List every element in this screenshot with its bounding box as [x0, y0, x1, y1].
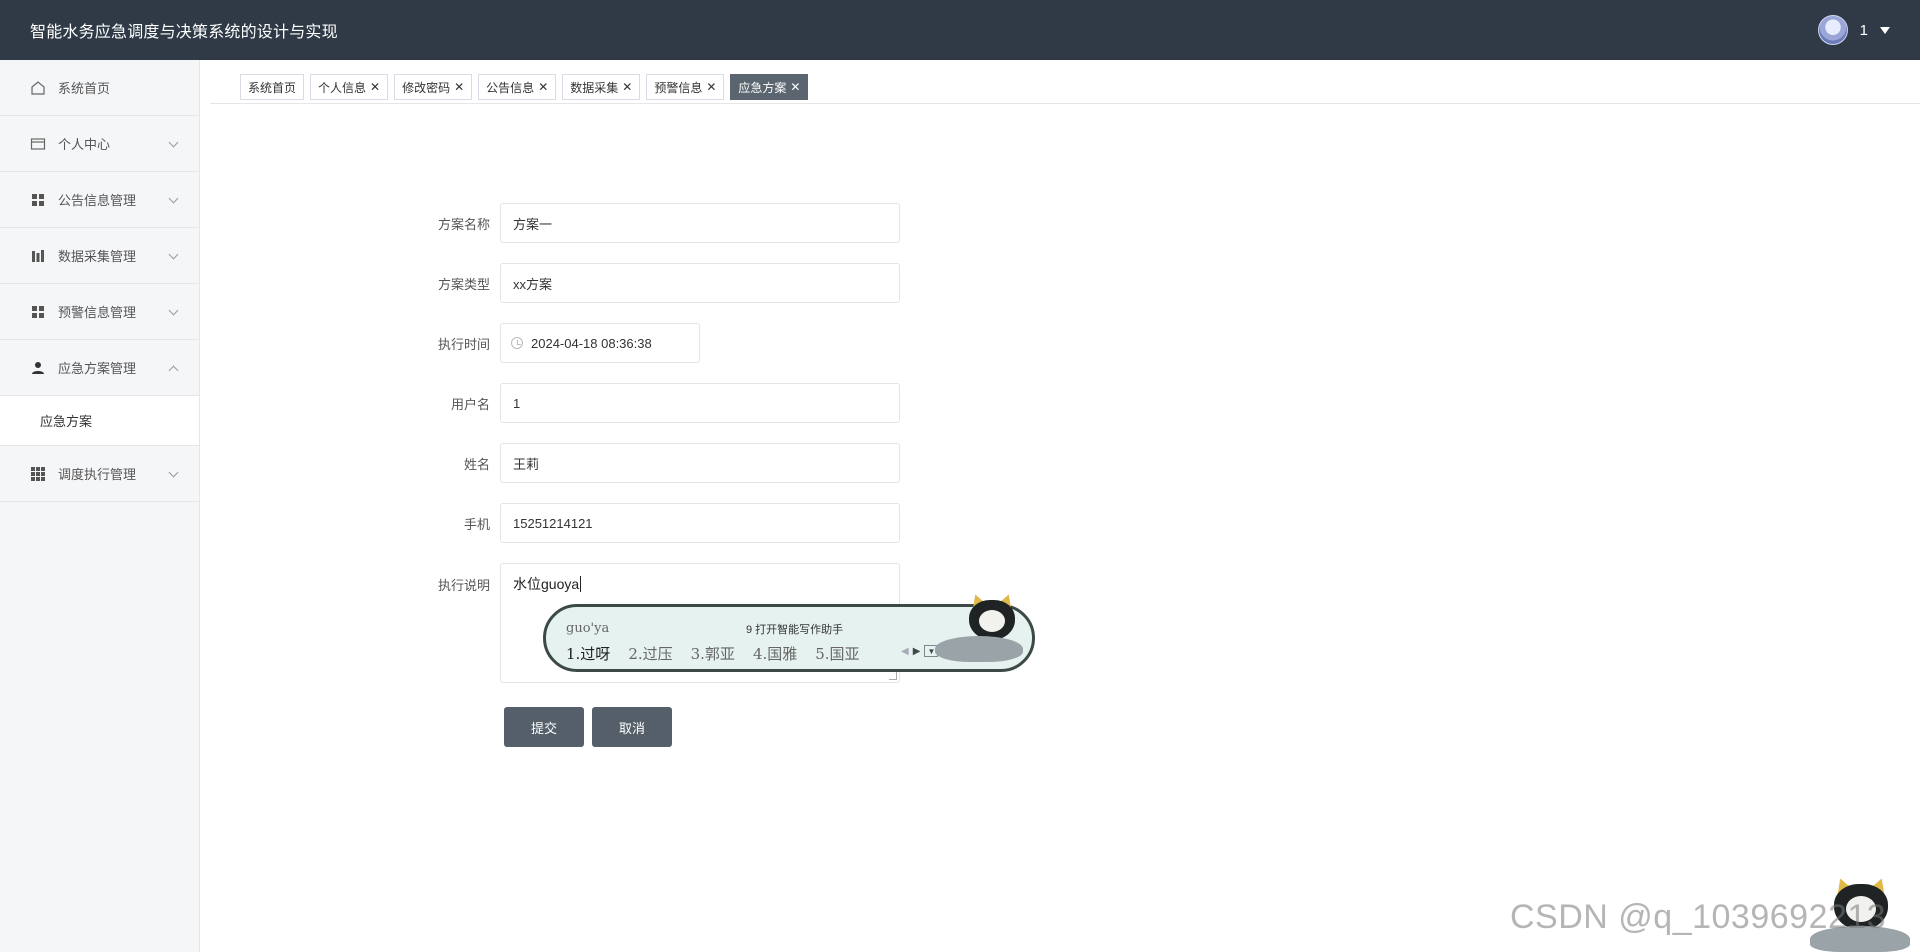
form-row-username: 用户名 1: [420, 383, 900, 423]
ime-pinyin: guo'ya: [566, 621, 610, 636]
tab-list: 系统首页 个人信息 ✕ 修改密码 ✕ 公告信息 ✕ 数据采集 ✕ 预警信息 ✕ 应急方案 ✕: [240, 74, 809, 100]
sidebar-item-emergency[interactable]: 应急方案管理: [0, 340, 199, 396]
avatar[interactable]: [1817, 15, 1848, 45]
username-field-label: 用户名: [450, 396, 490, 412]
username-label: 1: [1859, 21, 1868, 39]
sidebar-item-label: 预警信息管理: [58, 305, 137, 320]
sidebar-item-home[interactable]: 系统首页: [0, 60, 199, 116]
form-row-plan-type: 方案类型 xx方案: [420, 263, 900, 303]
tab-change-password[interactable]: 修改密码 ✕: [394, 74, 473, 100]
grid-icon: [30, 304, 46, 320]
close-icon[interactable]: ✕: [538, 80, 548, 94]
ime-candidate[interactable]: 4.国雅: [753, 643, 797, 664]
prev-page-icon[interactable]: ◀: [901, 646, 909, 657]
top-header: 智能水务应急调度与决策系统的设计与实现 1: [0, 0, 1920, 60]
ime-writing-assistant-hint[interactable]: 9 打开智能写作助手: [746, 621, 843, 637]
exec-time-picker[interactable]: 2024-04-18 08:36:38: [500, 323, 700, 363]
ime-mascot-icon: [935, 590, 1035, 670]
resize-handle[interactable]: [889, 672, 897, 680]
form-row-plan-name: 方案名称 方案一: [420, 203, 900, 243]
app-title: 智能水务应急调度与决策系统的设计与实现: [30, 24, 338, 41]
chevron-up-icon: [168, 365, 179, 376]
form-row-phone: 手机 15251214121: [420, 503, 900, 543]
name-label: 姓名: [463, 456, 490, 472]
plan-name-label: 方案名称: [437, 216, 490, 232]
name-input[interactable]: 王莉: [500, 443, 900, 483]
sidebar-item-label: 数据采集管理: [58, 249, 137, 264]
sidebar-subitem-emergency-plan[interactable]: 应急方案: [0, 396, 199, 446]
ime-candidate[interactable]: 1.过呀: [566, 643, 610, 664]
clock-icon: [511, 337, 523, 349]
phone-label: 手机: [463, 516, 490, 532]
tabs-bar: 系统首页 个人信息 ✕ 修改密码 ✕ 公告信息 ✕ 数据采集 ✕ 预警信息 ✕ 应急方案 ✕: [210, 60, 1920, 104]
close-icon[interactable]: ✕: [790, 80, 800, 94]
sidebar-item-data[interactable]: 数据采集管理: [0, 228, 199, 284]
sidebar-subitem-label: 应急方案: [40, 414, 93, 429]
sidebar-item-dispatch[interactable]: 调度执行管理: [0, 446, 199, 502]
chevron-down-icon: [168, 137, 179, 148]
apps-icon: [30, 466, 46, 482]
sidebar-item-personal[interactable]: 个人中心: [0, 116, 199, 172]
tab-home[interactable]: 系统首页: [240, 74, 305, 100]
sidebar: 系统首页 个人中心 公告信息管理 数据采集管理 预警信息管理 应急方案管理 应急…: [0, 60, 200, 952]
sidebar-item-label: 系统首页: [58, 81, 111, 96]
tab-notice-info[interactable]: 公告信息 ✕: [478, 74, 557, 100]
chevron-down-icon: [168, 249, 179, 260]
close-icon[interactable]: ✕: [370, 80, 380, 94]
grid-icon: [30, 192, 46, 208]
card-icon: [30, 136, 46, 152]
ime-page-controls: ◀ ▶ ▼: [901, 645, 939, 657]
plan-type-input[interactable]: xx方案: [500, 263, 900, 303]
sidebar-item-notice[interactable]: 公告信息管理: [0, 172, 199, 228]
ime-candidate[interactable]: 3.郭亚: [691, 643, 735, 664]
submit-button[interactable]: 提交: [504, 707, 584, 747]
watermark: CSDN @q_1039692213: [1510, 898, 1887, 936]
tab-warning-info[interactable]: 预警信息 ✕: [646, 74, 725, 100]
description-label: 执行说明: [437, 578, 490, 593]
cancel-button[interactable]: 取消: [592, 707, 672, 747]
sidebar-item-label: 公告信息管理: [58, 193, 137, 208]
sidebar-item-label: 应急方案管理: [58, 361, 137, 376]
form-row-name: 姓名 王莉: [420, 443, 900, 483]
caret-down-icon[interactable]: [1880, 26, 1890, 34]
user-icon: [30, 360, 46, 376]
sidebar-item-warning[interactable]: 预警信息管理: [0, 284, 199, 340]
ime-candidate[interactable]: 2.过压: [628, 643, 672, 664]
bars-icon: [30, 248, 46, 264]
sidebar-menu: 系统首页 个人中心 公告信息管理 数据采集管理 预警信息管理 应急方案管理 应急…: [0, 60, 199, 502]
user-menu[interactable]: 1: [1817, 15, 1890, 45]
close-icon[interactable]: ✕: [706, 80, 716, 94]
plan-type-label: 方案类型: [437, 276, 490, 292]
sidebar-item-label: 调度执行管理: [58, 467, 137, 482]
chevron-down-icon: [168, 193, 179, 204]
exec-time-label: 执行时间: [437, 336, 490, 352]
form-row-exec-time: 执行时间 2024-04-18 08:36:38: [420, 323, 700, 363]
ime-candidate[interactable]: 5.国亚: [815, 643, 859, 664]
text-cursor: [580, 576, 582, 592]
tab-data-collection[interactable]: 数据采集 ✕: [562, 74, 641, 100]
tab-personal-info[interactable]: 个人信息 ✕: [310, 74, 389, 100]
ime-candidates: 1.过呀 2.过压 3.郭亚 4.国雅 5.国亚: [566, 643, 860, 664]
chevron-down-icon: [168, 467, 179, 478]
chevron-down-icon: [168, 305, 179, 316]
close-icon[interactable]: ✕: [454, 80, 464, 94]
plan-name-input[interactable]: 方案一: [500, 203, 900, 243]
sidebar-item-label: 个人中心: [58, 137, 111, 152]
tab-emergency-plan[interactable]: 应急方案 ✕: [730, 74, 809, 100]
close-icon[interactable]: ✕: [622, 80, 632, 94]
username-input[interactable]: 1: [500, 383, 900, 423]
phone-input[interactable]: 15251214121: [500, 503, 900, 543]
home-icon: [30, 80, 46, 96]
next-page-icon[interactable]: ▶: [913, 646, 921, 657]
